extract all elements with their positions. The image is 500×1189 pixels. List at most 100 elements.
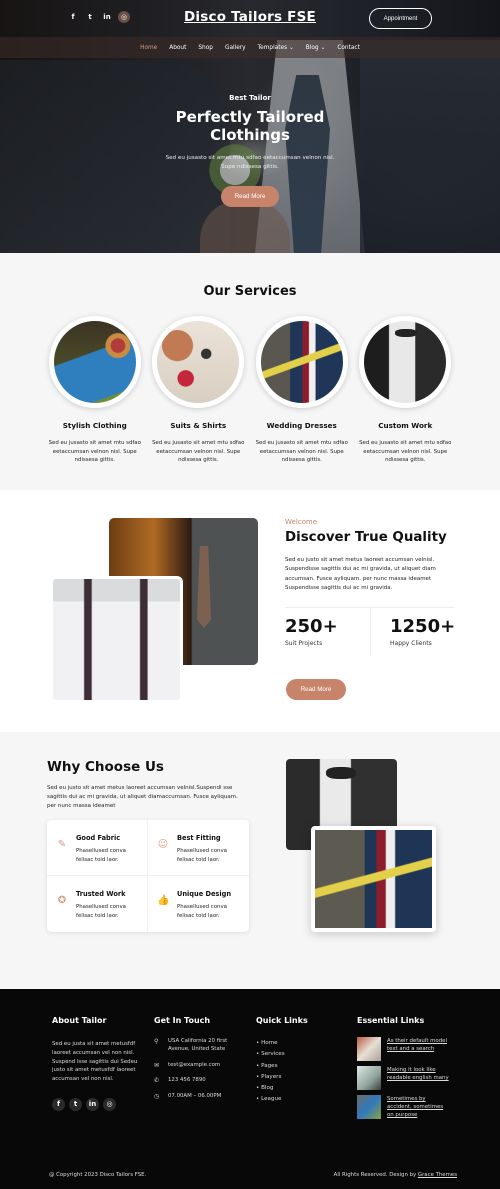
contact-phone[interactable]: ✆ 123 456 7890	[154, 1076, 248, 1084]
essential-link[interactable]: Sometimes by accident, sometimes on purp…	[387, 1095, 449, 1120]
hero-description: Sed eu jusasto sit amet mtu sdfao eetacc…	[165, 155, 335, 170]
stat-label: Happy Clients	[390, 639, 432, 647]
quick-link[interactable]: Services	[256, 1049, 308, 1060]
why-image-measuring-suit	[311, 826, 436, 932]
essential-link-item[interactable]: As their default model text and a search	[357, 1037, 449, 1061]
about-image-man-suspenders	[50, 576, 183, 703]
footer-about-text: Sed eu justa sit amet metusfdf laoreet a…	[52, 1041, 138, 1083]
service-description: Sed eu jusasto sit amet mtu sdfao eetacc…	[152, 440, 245, 464]
quick-link[interactable]: Blog	[256, 1083, 308, 1094]
nav-shop[interactable]: Shop	[192, 45, 219, 51]
footer-quick-links-title: Quick Links	[256, 1016, 308, 1025]
appointment-button[interactable]: Appointment	[369, 8, 432, 29]
site-footer: About Tailor Sed eu justa sit amet metus…	[0, 989, 500, 1189]
essential-link-thumbnail[interactable]	[357, 1037, 381, 1061]
service-card[interactable]: Custom Work Sed eu jusasto sit amet mtu …	[354, 316, 458, 465]
hero-section: f t in ◎ Disco Tailors FSE Appointment H…	[0, 0, 500, 253]
twitter-icon[interactable]: t	[69, 1097, 82, 1111]
service-name: Wedding Dresses	[266, 421, 337, 430]
service-card[interactable]: Stylish Clothing Sed eu jusasto sit amet…	[43, 316, 147, 465]
nav-templates[interactable]: Templates ⌄	[252, 45, 300, 51]
tailor-icon: ☺	[157, 839, 169, 850]
feature-title: Good Fabric	[76, 834, 121, 842]
contact-email[interactable]: ✉ test@example.com	[154, 1061, 248, 1069]
about-content: Welcome Discover True Quality Sed eu jus…	[285, 518, 460, 656]
why-title: Why Choose Us	[47, 759, 164, 775]
essential-link-item[interactable]: Making it look like readable english man…	[357, 1066, 449, 1090]
footer-social-links: f t in ◎	[52, 1097, 142, 1111]
quick-links-list: Home Services Pages Players Blog League	[256, 1038, 308, 1106]
hero-eyebrow: Best Tailor	[229, 94, 271, 102]
feature-item: ✎ Good Fabric Phasellused conva felisac …	[47, 820, 148, 876]
service-name: Stylish Clothing	[62, 421, 127, 430]
rights-prefix: All Rights Reserved. Design by	[333, 1172, 418, 1178]
stat-suit-projects: 250+ Suit Projects	[285, 608, 370, 656]
hero-content: Best Tailor Perfectly Tailored Clothings…	[0, 94, 500, 207]
footer-essential-links: Essential Links As their default model t…	[357, 1016, 449, 1125]
feature-title: Trusted Work	[76, 890, 126, 898]
feature-description: Phasellused conva felisac toid laor.	[177, 904, 227, 919]
thumbs-up-icon: 👍	[157, 895, 170, 906]
rights-text: All Rights Reserved. Design by Grace The…	[334, 1172, 457, 1178]
top-header: f t in ◎ Disco Tailors FSE Appointment	[0, 0, 500, 37]
feature-item: ☺ Best Fitting Phasellused conva felisac…	[148, 820, 249, 876]
feature-item: 👍 Unique Design Phasellused conva felisa…	[148, 876, 249, 932]
service-name: Custom Work	[378, 421, 433, 430]
feature-description: Phasellused conva felisac toid laor.	[177, 848, 227, 863]
instagram-icon[interactable]: ◎	[103, 1097, 116, 1111]
footer-contact: Get In Touch ⚲ USA California 20 first A…	[154, 1016, 248, 1107]
essential-link[interactable]: Making it look like readable english man…	[387, 1066, 449, 1090]
essential-link[interactable]: As their default model text and a search	[387, 1037, 449, 1061]
copyright-text: @ Copyright 2023 Disco Tailors FSE.	[49, 1172, 147, 1178]
about-section: Welcome Discover True Quality Sed eu jus…	[0, 490, 500, 732]
location-pin-icon: ⚲	[154, 1038, 159, 1045]
contact-text: 07.00AM – 06.00PM	[168, 1092, 222, 1099]
stat-happy-clients: 1250+ Happy Clients	[370, 607, 456, 656]
stat-label: Suit Projects	[285, 639, 323, 647]
feature-item: ✪ Trusted Work Phasellused conva felisac…	[47, 876, 148, 932]
main-nav: Home About Shop Gallery Templates ⌄ Blog…	[0, 37, 500, 58]
nav-gallery[interactable]: Gallery	[219, 45, 252, 51]
quick-link[interactable]: Home	[256, 1038, 308, 1049]
linkedin-icon[interactable]: in	[86, 1097, 99, 1111]
quick-link[interactable]: League	[256, 1094, 308, 1105]
feather-icon: ✎	[57, 839, 67, 850]
about-title: Discover True Quality	[285, 530, 447, 545]
feature-description: Phasellused conva felisac toid laor.	[76, 904, 126, 919]
hero-title-line-2: Clothings	[210, 126, 290, 144]
stat-value: 1250+	[390, 615, 456, 637]
essential-link-thumbnail[interactable]	[357, 1066, 381, 1090]
footer-about-title: About Tailor	[52, 1016, 107, 1025]
essential-link-thumbnail[interactable]	[357, 1095, 381, 1119]
nav-home[interactable]: Home	[134, 45, 163, 51]
service-card[interactable]: Suits & Shirts Sed eu jusasto sit amet m…	[147, 316, 251, 465]
contact-text[interactable]: test@example.com	[168, 1061, 220, 1069]
about-stats: 250+ Suit Projects 1250+ Happy Clients	[285, 606, 456, 656]
quick-link[interactable]: Pages	[256, 1061, 308, 1072]
about-read-more-button[interactable]: Read More	[286, 679, 346, 700]
essential-links-list: As their default model text and a search…	[357, 1037, 449, 1120]
contact-list: ⚲ USA California 20 first Avenue, United…	[154, 1037, 248, 1100]
contact-text: USA California 20 first Avenue, United S…	[168, 1038, 228, 1053]
footer-contact-title: Get In Touch	[154, 1016, 211, 1025]
essential-link-item[interactable]: Sometimes by accident, sometimes on purp…	[357, 1095, 449, 1120]
nav-about[interactable]: About	[163, 45, 192, 51]
facebook-icon[interactable]: f	[52, 1097, 65, 1111]
stat-value: 250+	[285, 615, 338, 637]
contact-address: ⚲ USA California 20 first Avenue, United…	[154, 1037, 248, 1054]
why-description: Sed eu justo sit amet metus laoreet accu…	[47, 785, 238, 809]
service-name: Suits & Shirts	[170, 421, 227, 430]
hero-read-more-button[interactable]: Read More	[221, 186, 279, 207]
designer-link[interactable]: Grace Themes	[418, 1172, 457, 1178]
award-icon: ✪	[57, 895, 67, 906]
nav-contact[interactable]: Contact	[331, 45, 366, 51]
footer-about: About Tailor Sed eu justa sit amet metus…	[52, 1016, 142, 1111]
quick-link[interactable]: Players	[256, 1072, 308, 1083]
service-card[interactable]: Wedding Dresses Sed eu jusasto sit amet …	[250, 316, 354, 465]
nav-blog[interactable]: Blog ⌄	[300, 45, 332, 51]
contact-text[interactable]: 123 456 7890	[168, 1076, 206, 1084]
footer-quick-links: Quick Links Home Services Pages Players …	[256, 1016, 308, 1106]
contact-hours: ◷ 07.00AM – 06.00PM	[154, 1092, 248, 1100]
services-section: Our Services Stylish Clothing Sed eu jus…	[0, 253, 500, 490]
services-title: Our Services	[203, 284, 297, 299]
